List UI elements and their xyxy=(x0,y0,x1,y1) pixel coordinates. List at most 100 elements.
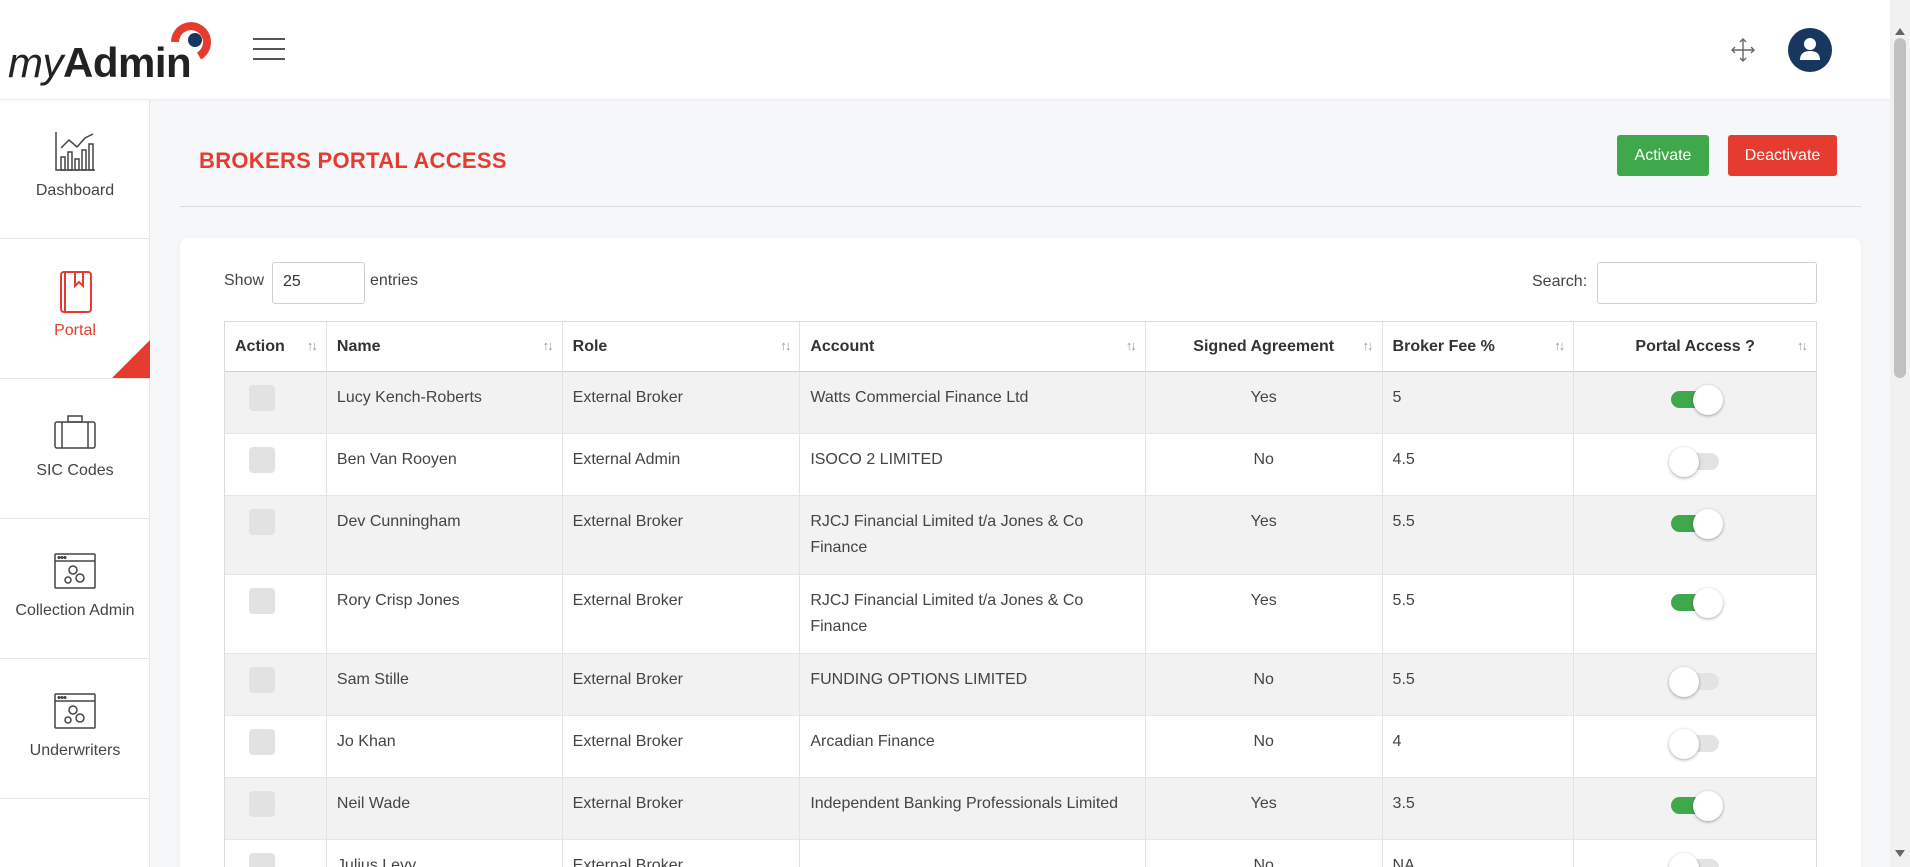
signed-agreement-cell: Yes xyxy=(1145,575,1383,654)
sidebar-item-label: Underwriters xyxy=(29,742,121,759)
scroll-thumb[interactable] xyxy=(1894,38,1906,378)
broker-fee-cell: 5.5 xyxy=(1382,496,1575,575)
sidebar-item-dashboard[interactable]: Dashboard xyxy=(0,100,150,239)
sort-icon[interactable]: ↑↓ xyxy=(1363,338,1374,353)
row-checkbox[interactable] xyxy=(249,853,275,867)
sort-icon[interactable]: ↑↓ xyxy=(1126,338,1137,353)
search-label: Search: xyxy=(1532,273,1588,290)
menu-toggle-icon[interactable] xyxy=(253,38,285,62)
brokers-table: Action ↑↓ Name ↑↓ Role ↑↓ Account ↑↓ Signed … xyxy=(224,321,1817,867)
account-cell: Independent Banking Professionals Limite… xyxy=(800,778,1146,840)
settings-window-icon xyxy=(54,693,96,729)
name-cell: Lucy Kench-Roberts xyxy=(326,372,563,434)
activate-button[interactable]: Activate xyxy=(1617,135,1709,176)
name-cell: Julius Levy xyxy=(327,840,563,867)
action-cell xyxy=(225,716,327,778)
row-checkbox[interactable] xyxy=(249,447,275,473)
action-cell xyxy=(225,654,327,716)
row-checkbox[interactable] xyxy=(249,667,275,693)
action-cell xyxy=(225,778,327,840)
name-cell: Sam Stille xyxy=(326,654,563,716)
scroll-down-icon[interactable] xyxy=(1895,850,1905,857)
signed-agreement-cell: Yes xyxy=(1145,778,1383,840)
column-header-broker-fee[interactable]: Broker Fee % ↑↓ xyxy=(1382,322,1575,372)
table-row: Jo Khan External Broker Arcadian Finance No… xyxy=(225,716,1816,778)
table-row: Sam Stille External Broker FUNDING OPTIONS… xyxy=(225,654,1816,716)
column-header-account[interactable]: Account ↑↓ xyxy=(800,322,1146,372)
logo[interactable]: myAdmin xyxy=(8,16,211,86)
sidebar-item-label: Collection Admin xyxy=(15,602,135,619)
portal-access-toggle[interactable] xyxy=(1669,853,1721,867)
action-cell xyxy=(225,496,327,575)
portal-access-toggle[interactable] xyxy=(1669,588,1724,618)
name-cell: Jo Khan xyxy=(326,716,563,778)
row-checkbox[interactable] xyxy=(249,791,275,817)
column-header-role[interactable]: Role ↑↓ xyxy=(562,322,801,372)
briefcase-icon xyxy=(54,415,96,449)
row-checkbox[interactable] xyxy=(249,509,275,535)
sort-icon[interactable]: ↑↓ xyxy=(1797,338,1808,353)
table-row: Julius Levy External Broker No NA xyxy=(225,840,1816,867)
table-row: Lucy Kench-Roberts External Broker Watts C… xyxy=(225,372,1816,434)
page-title: BROKERS PORTAL ACCESS xyxy=(199,148,507,173)
sidebar: Dashboard Portal SIC Codes Collection Ad… xyxy=(0,100,150,867)
deactivate-button[interactable]: Deactivate xyxy=(1728,135,1837,176)
column-header-action[interactable]: Action ↑↓ xyxy=(225,322,327,372)
role-cell: External Broker xyxy=(562,372,801,434)
entries-label: entries xyxy=(370,272,419,289)
role-cell: External Broker xyxy=(562,654,801,716)
action-cell xyxy=(225,575,327,654)
portal-access-toggle[interactable] xyxy=(1669,447,1721,477)
role-cell: External Broker xyxy=(562,496,801,575)
book-icon xyxy=(60,271,92,313)
sidebar-item-label: Dashboard xyxy=(35,182,115,199)
page-scrollbar[interactable] xyxy=(1890,0,1910,867)
title-divider xyxy=(180,206,1861,207)
broker-fee-cell: 5.5 xyxy=(1382,654,1575,716)
sort-icon[interactable]: ↑↓ xyxy=(1554,338,1565,353)
column-header-name[interactable]: Name ↑↓ xyxy=(326,322,563,372)
portal-access-toggle[interactable] xyxy=(1669,385,1724,415)
logo-text: myAdmin xyxy=(8,39,192,86)
sidebar-item-collection-admin[interactable]: Collection Admin xyxy=(0,520,150,659)
account-cell: ISOCO 2 LIMITED xyxy=(800,434,1146,496)
portal-access-toggle[interactable] xyxy=(1669,791,1724,821)
scroll-up-icon[interactable] xyxy=(1895,28,1905,35)
account-cell xyxy=(800,840,1146,867)
portal-access-cell xyxy=(1574,434,1816,496)
sidebar-item-portal[interactable]: Portal xyxy=(0,240,150,379)
user-avatar[interactable] xyxy=(1788,28,1832,72)
signed-agreement-cell: Yes xyxy=(1145,496,1383,575)
sort-icon[interactable]: ↑↓ xyxy=(307,338,318,353)
portal-access-toggle[interactable] xyxy=(1669,729,1721,759)
search-input[interactable] xyxy=(1597,262,1817,304)
sort-icon[interactable]: ↑↓ xyxy=(780,338,791,353)
row-checkbox[interactable] xyxy=(249,588,275,614)
portal-access-cell xyxy=(1574,840,1816,867)
portal-access-toggle[interactable] xyxy=(1669,667,1721,697)
column-header-signed-agreement[interactable]: Signed Agreement ↑↓ xyxy=(1145,322,1383,372)
account-cell: Watts Commercial Finance Ltd xyxy=(800,372,1146,434)
table-row: Ben Van Rooyen External Admin ISOCO 2 LIMI… xyxy=(225,434,1816,496)
portal-access-toggle[interactable] xyxy=(1669,509,1724,539)
table-header-row: Action ↑↓ Name ↑↓ Role ↑↓ Account ↑↓ Signed … xyxy=(225,322,1816,372)
role-cell: External Broker xyxy=(562,716,801,778)
role-cell: External Broker xyxy=(562,778,801,840)
fullscreen-icon[interactable] xyxy=(1729,36,1757,64)
entries-select[interactable]: 25 xyxy=(272,262,365,304)
active-indicator xyxy=(112,340,150,378)
row-checkbox[interactable] xyxy=(249,729,275,755)
sort-icon[interactable]: ↑↓ xyxy=(543,338,554,353)
top-header: myAdmin xyxy=(0,0,1890,100)
signed-agreement-cell: No xyxy=(1146,840,1383,867)
row-checkbox[interactable] xyxy=(249,385,275,411)
sidebar-item-sic-codes[interactable]: SIC Codes xyxy=(0,380,150,519)
sidebar-item-underwriters[interactable]: Underwriters xyxy=(0,660,150,799)
table-row: Rory Crisp Jones External Broker RJCJ Fina… xyxy=(225,575,1816,654)
column-header-portal-access[interactable]: Portal Access ? ↑↓ xyxy=(1574,322,1816,372)
portal-access-cell xyxy=(1574,716,1816,778)
role-cell: External Admin xyxy=(562,434,801,496)
action-cell xyxy=(225,434,327,496)
broker-fee-cell: 5 xyxy=(1382,372,1575,434)
action-cell xyxy=(225,840,327,867)
